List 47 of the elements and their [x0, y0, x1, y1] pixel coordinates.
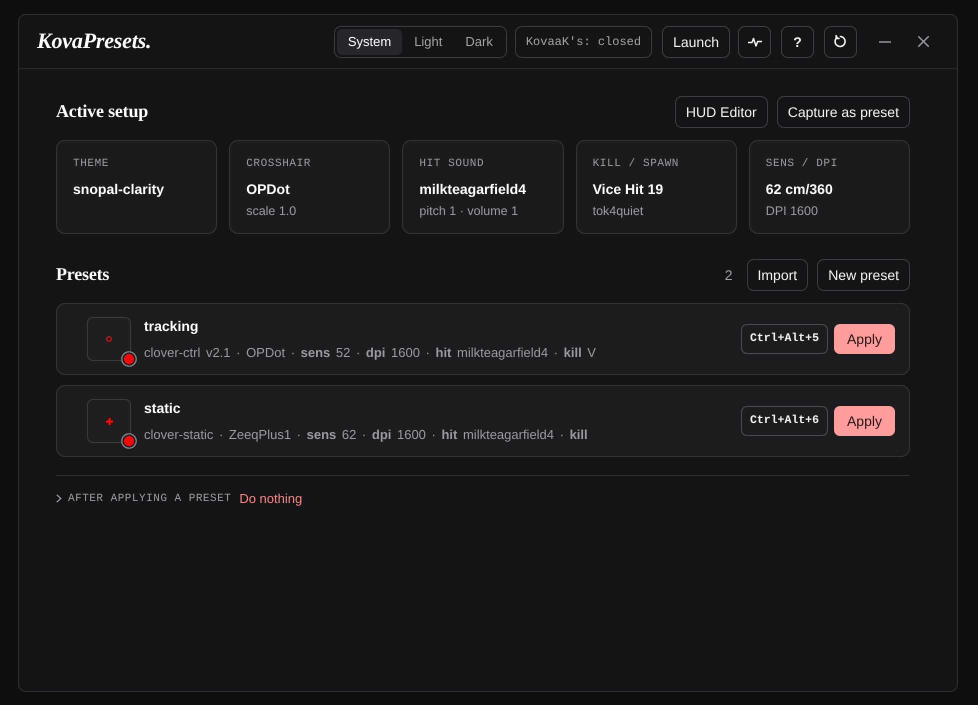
new-preset-button[interactable]: New preset	[817, 259, 910, 291]
card-value: 62 cm/360	[766, 180, 834, 198]
close-icon	[918, 36, 928, 47]
apply-button[interactable]: Apply	[834, 406, 895, 436]
close-button[interactable]	[915, 34, 931, 50]
card-detail: pitch 1 · volume 1	[419, 203, 520, 219]
card-detail: scale 1.0	[246, 203, 298, 219]
launch-button[interactable]: Launch	[662, 26, 730, 58]
section-title: Active setup	[56, 101, 148, 123]
shortcut-key: Ctrl+Alt+6	[740, 406, 828, 436]
activity-button[interactable]	[738, 26, 771, 58]
card-label: SENS / DPI	[766, 157, 839, 171]
section-title: Presets	[56, 264, 110, 286]
card-value: Vice Hit 19	[592, 180, 664, 198]
card-value: milkteagarfield4	[419, 180, 527, 198]
preset-count: 2	[724, 266, 732, 284]
refresh-icon	[834, 35, 847, 48]
crosshair-dot-icon	[106, 336, 112, 342]
theme-option[interactable]: Dark	[454, 28, 504, 54]
help-button[interactable]: ?	[781, 26, 814, 58]
game-status: KovaaK's: closed	[514, 26, 652, 58]
apply-button[interactable]: Apply	[834, 324, 895, 354]
preset-details: clover-static · ZeeqPlus1 · sens 62 · dpi 1600 · hit milkteagarfield4 · kill	[144, 426, 588, 444]
pulse-icon	[748, 36, 762, 48]
card-label: KILL / SPAWN	[592, 157, 680, 171]
preset-name: static	[144, 398, 182, 416]
setting-value[interactable]: Do nothing	[239, 489, 302, 508]
card-label: CROSSHAIR	[246, 157, 312, 171]
preset-details: clover-ctrl v2.1 · OPDot · sens 52 · dpi 1600 · hit milkteagarfield4 · kill V	[144, 344, 596, 362]
card-detail: DPI 1600	[766, 203, 819, 219]
minimize-icon	[879, 40, 891, 42]
after-apply-toggle[interactable]: AFTER APPLYING A PRESET	[56, 490, 232, 507]
capture-preset-button[interactable]: Capture as preset	[776, 96, 910, 128]
preset-name: tracking	[144, 316, 200, 334]
theme-option[interactable]: System	[336, 28, 402, 54]
theme-option[interactable]: Light	[403, 28, 454, 54]
shortcut-key: Ctrl+Alt+5	[740, 324, 828, 354]
hud-editor-button[interactable]: HUD Editor	[674, 96, 768, 128]
crosshair-cross-icon	[104, 416, 114, 426]
import-button[interactable]: Import	[746, 259, 808, 291]
card-label: THEME	[73, 157, 110, 171]
card-value: snopal-clarity	[73, 180, 166, 198]
card-detail: tok4quiet	[592, 203, 644, 219]
card-label: HIT SOUND	[419, 157, 486, 171]
app-logo: KovaPresets.	[37, 28, 152, 55]
refresh-button[interactable]	[824, 26, 857, 58]
card-value: OPDot	[246, 180, 291, 198]
